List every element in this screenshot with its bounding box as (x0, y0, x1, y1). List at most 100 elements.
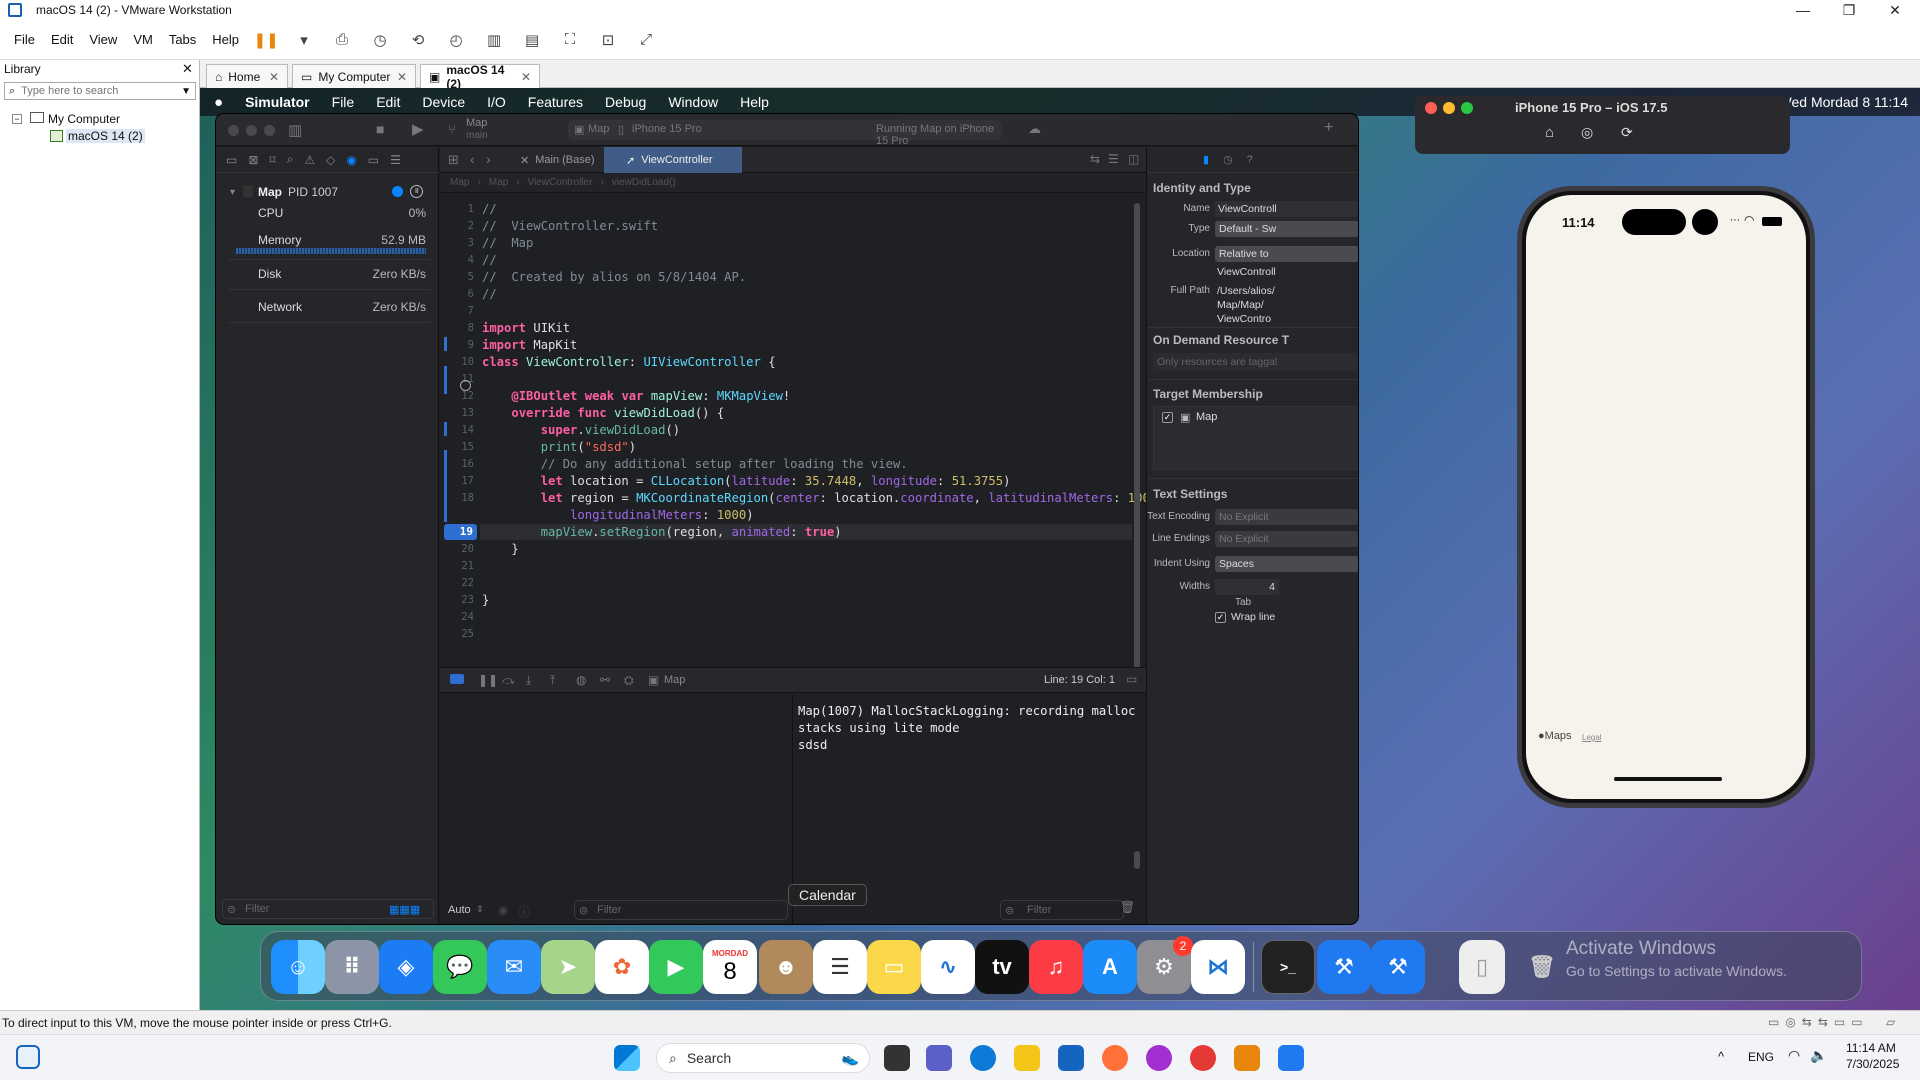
minimize-icon[interactable]: — (1780, 0, 1826, 20)
step-over-icon[interactable]: ⤼ (502, 673, 515, 688)
project-name[interactable]: Map (466, 117, 487, 129)
iphone-screen[interactable]: 11:14 ⋯ ◠ ●Maps Legal (1526, 195, 1806, 799)
menu-help[interactable]: Help (212, 32, 239, 47)
tab-macos[interactable]: ▣ macOS 14 (2) ✕ (420, 63, 540, 91)
copilot-icon[interactable] (1146, 1045, 1172, 1071)
location-select[interactable]: Relative to (1215, 246, 1358, 262)
teams-icon[interactable] (926, 1045, 952, 1071)
type-select[interactable]: Default - Sw (1215, 221, 1358, 237)
vscode-icon[interactable]: ⋈ (1191, 940, 1245, 994)
breadcrumb-group[interactable]: Map (489, 177, 508, 188)
send-keys-icon[interactable]: ⎙ (331, 29, 353, 51)
chevron-updown-icon[interactable]: ⇕ (476, 904, 484, 915)
pause-process-icon[interactable]: ॥ (410, 185, 423, 198)
safari-icon[interactable]: ◈ (379, 940, 433, 994)
minimize-dot-icon[interactable] (1443, 102, 1455, 114)
grid-icon[interactable]: ⊞ (448, 152, 459, 168)
freeform-icon[interactable]: ∿ (921, 940, 975, 994)
folder-icon[interactable]: ▭ (226, 153, 237, 167)
menu-file[interactable]: File (14, 32, 35, 47)
indent-select[interactable]: Spaces (1215, 556, 1358, 572)
menu-edit[interactable]: Edit (51, 32, 73, 47)
endings-select[interactable]: No Explicit (1215, 531, 1358, 547)
filter-option-icon[interactable]: ▦▦▦ (389, 903, 420, 916)
mac-menu-edit[interactable]: Edit (365, 94, 411, 110)
wifi-icon[interactable]: ◠ (1788, 1047, 1800, 1064)
pause-icon[interactable]: ❚❚ (253, 29, 278, 51)
breadcrumb-project[interactable]: Map (450, 177, 469, 188)
mac-menu-features[interactable]: Features (517, 94, 594, 110)
language-indicator[interactable]: ENG (1748, 1050, 1774, 1064)
debug-target[interactable]: Map (664, 674, 685, 686)
minimize-dot-icon[interactable] (246, 125, 257, 136)
back-icon[interactable]: ‹ (470, 151, 475, 167)
disclosure-icon[interactable]: ▾ (230, 187, 235, 198)
mail-icon[interactable]: ✉ (487, 940, 541, 994)
issue-icon[interactable]: ⚠ (304, 153, 315, 167)
document-icon[interactable]: ▯ (1459, 940, 1505, 994)
add-icon[interactable]: + (1324, 119, 1333, 137)
help-icon[interactable]: ? (1247, 154, 1253, 166)
step-in-icon[interactable]: ⤓ (526, 673, 531, 688)
stop-icon[interactable]: ■ (376, 121, 384, 137)
app-store-icon[interactable]: A (1083, 940, 1137, 994)
facetime-icon[interactable]: ▶ (649, 940, 703, 994)
zoom-dot-icon[interactable] (264, 125, 275, 136)
forward-icon[interactable]: › (486, 151, 491, 167)
chevron-up-icon[interactable]: ^ (1718, 1049, 1724, 1064)
variables-filter[interactable]: ⊜ Filter (574, 900, 788, 920)
music-icon[interactable]: ♫ (1029, 940, 1083, 994)
xcode-icon[interactable]: ⚒ (1317, 940, 1371, 994)
simulator-icon[interactable]: ⚒ (1371, 940, 1425, 994)
library-close-icon[interactable]: ✕ (182, 61, 193, 77)
breadcrumb-function[interactable]: viewDidLoad() (612, 177, 676, 188)
edge-icon[interactable] (970, 1045, 996, 1071)
debug-nav-icon[interactable]: ◉ (346, 153, 356, 167)
trash-icon[interactable]: 🗑 (1120, 900, 1135, 914)
split-editor-icon[interactable]: ◫ (1128, 152, 1139, 166)
rotate-icon[interactable]: ⟳ (1621, 124, 1633, 141)
fullscreen-icon[interactable]: ⛶ (559, 29, 581, 51)
app-taskbar-icon[interactable] (1278, 1045, 1304, 1071)
restore-icon[interactable]: ❐ (1826, 0, 1872, 20)
wrap-checkbox[interactable]: ✓ (1215, 612, 1226, 623)
breakpoints-toggle-icon[interactable] (450, 674, 464, 684)
console-scrollbar[interactable] (1134, 851, 1140, 869)
apple-tv-icon[interactable]: tv (975, 940, 1029, 994)
history-icon[interactable]: ◷ (1223, 153, 1233, 166)
start-icon[interactable] (614, 1045, 640, 1071)
memory-graph-icon[interactable]: ⚯ (600, 673, 610, 687)
messages-icon[interactable]: 💬 (433, 940, 487, 994)
menu-tabs[interactable]: Tabs (169, 32, 196, 47)
odr-tags-field[interactable]: Only resources are taggal (1153, 353, 1358, 371)
close-tab-icon[interactable]: ✕ (269, 70, 279, 84)
store-icon[interactable] (1058, 1045, 1084, 1071)
collapse-icon[interactable]: − (12, 114, 22, 124)
launchpad-icon[interactable]: ⠿ (325, 940, 379, 994)
name-field[interactable]: ViewControll (1215, 201, 1358, 217)
gauge-row-memory[interactable]: Memory 52.9 MB (228, 226, 430, 260)
zoom-dot-icon[interactable] (1461, 102, 1473, 114)
widgets-icon[interactable] (16, 1045, 40, 1069)
editor-options-icon[interactable]: ☰ (1108, 152, 1119, 166)
contacts-icon[interactable]: ☻ (759, 940, 813, 994)
gauge-row-network[interactable]: Network Zero KB/s (228, 293, 430, 323)
library-search-input[interactable] (21, 85, 162, 97)
mac-menu-app[interactable]: Simulator (234, 94, 321, 110)
dropdown-icon[interactable]: ▾ (293, 29, 315, 51)
menu-view[interactable]: View (89, 32, 117, 47)
test-icon[interactable]: ◇ (326, 153, 335, 167)
editor-scrollbar[interactable] (1134, 203, 1140, 669)
breakpoint-icon[interactable]: ▭ (368, 153, 379, 167)
finder-icon[interactable]: ☺ (271, 940, 325, 994)
continue-icon[interactable]: ❚❚ (478, 673, 498, 687)
library-search[interactable]: ⌕ ▼ (4, 82, 196, 100)
tab-my-computer[interactable]: ▭ My Computer ✕ (292, 64, 416, 88)
chevron-down-icon[interactable]: ▼ (181, 86, 191, 97)
vm-screen[interactable]: ● Simulator File Edit Device I/O Feature… (200, 88, 1920, 1010)
sidebar-toggle-icon[interactable]: ▥ (288, 121, 302, 139)
calendar-icon[interactable]: MORDAD 8 (703, 940, 757, 994)
menu-vm[interactable]: VM (133, 32, 153, 47)
scheme-target[interactable]: Map (588, 123, 609, 135)
stretch-icon[interactable]: ⤢ (635, 29, 657, 51)
